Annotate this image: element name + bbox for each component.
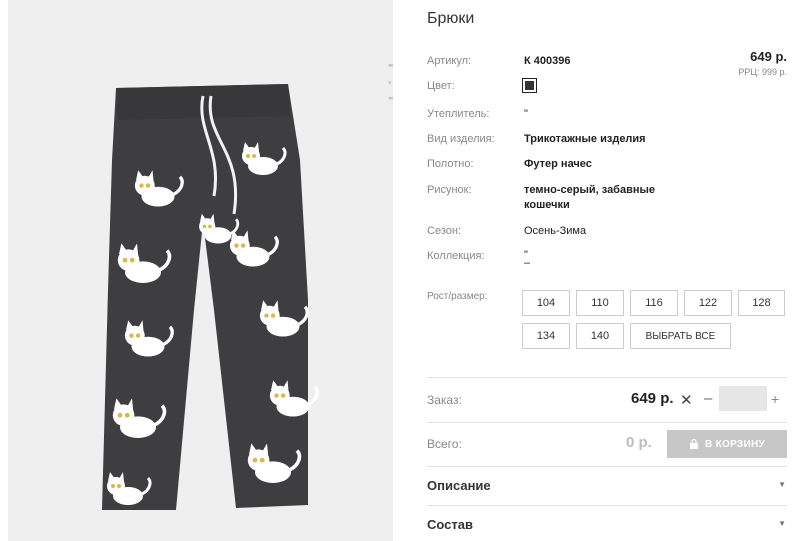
type-label: Вид изделия:: [427, 133, 495, 145]
cart-icon: [689, 439, 698, 449]
quantity-input[interactable]: [719, 386, 767, 411]
color-swatch[interactable]: [522, 78, 537, 93]
product-image-panel: crockid: [8, 0, 393, 541]
size-option-140[interactable]: 140: [576, 323, 624, 349]
divider: [427, 505, 787, 506]
product-price: 649 р.: [750, 49, 787, 64]
accordion-composition-title[interactable]: Состав: [427, 517, 473, 532]
color-swatch-fill: [525, 81, 534, 90]
size-option-104[interactable]: 104: [522, 290, 570, 316]
order-label: Заказ:: [427, 393, 462, 407]
quantity-increment-button[interactable]: +: [771, 391, 779, 407]
brand-logo: crockid: [348, 40, 393, 170]
accordion-description-title[interactable]: Описание: [427, 478, 491, 493]
type-value: Трикотажные изделия: [524, 133, 646, 145]
season-value: Осень-Зима: [524, 225, 587, 237]
quantity-decrement-button[interactable]: –: [704, 390, 712, 407]
add-to-cart-label: В КОРЗИНУ: [704, 438, 765, 450]
season-label: Сезон:: [427, 225, 461, 237]
article-value: К 400396: [524, 55, 571, 67]
collection-value-line2: –: [524, 257, 531, 269]
insulation-value: ": [524, 108, 528, 120]
chevron-down-icon[interactable]: ▼: [778, 480, 786, 489]
brand-logo-text: crockid: [384, 61, 393, 160]
total-label: Всего:: [427, 437, 462, 451]
collection-label: Коллекция:: [427, 250, 485, 262]
divider: [427, 422, 787, 423]
article-label: Артикул:: [427, 55, 472, 67]
add-to-cart-button[interactable]: В КОРЗИНУ: [667, 430, 787, 458]
product-image[interactable]: [8, 0, 393, 541]
pattern-value-line2: кошечки: [524, 199, 570, 211]
product-rrp: РРЦ: 999 р.: [738, 67, 787, 77]
size-option-122[interactable]: 122: [684, 290, 732, 316]
fabric-label: Полотно:: [427, 158, 474, 170]
pattern-label: Рисунок:: [427, 184, 472, 196]
size-label: Рост/размер:: [427, 291, 488, 302]
pattern-value-line1: темно-серый, забавные: [524, 184, 656, 196]
fabric-value: Футер начес: [524, 158, 592, 170]
size-option-116[interactable]: 116: [630, 290, 678, 316]
size-option-110[interactable]: 110: [576, 290, 624, 316]
order-price: 649 р.: [631, 390, 674, 407]
select-all-sizes-button[interactable]: ВЫБРАТЬ ВСЕ: [630, 323, 731, 349]
size-option-134[interactable]: 134: [522, 323, 570, 349]
size-option-128[interactable]: 128: [738, 290, 785, 316]
times-icon: ✕: [680, 392, 693, 409]
total-value: 0 р.: [626, 434, 652, 451]
chevron-down-icon[interactable]: ▼: [778, 519, 786, 528]
divider: [427, 466, 787, 467]
color-label: Цвет:: [427, 80, 455, 92]
product-title: Брюки: [427, 10, 475, 27]
insulation-label: Утеплитель:: [427, 108, 490, 120]
divider: [427, 377, 787, 378]
